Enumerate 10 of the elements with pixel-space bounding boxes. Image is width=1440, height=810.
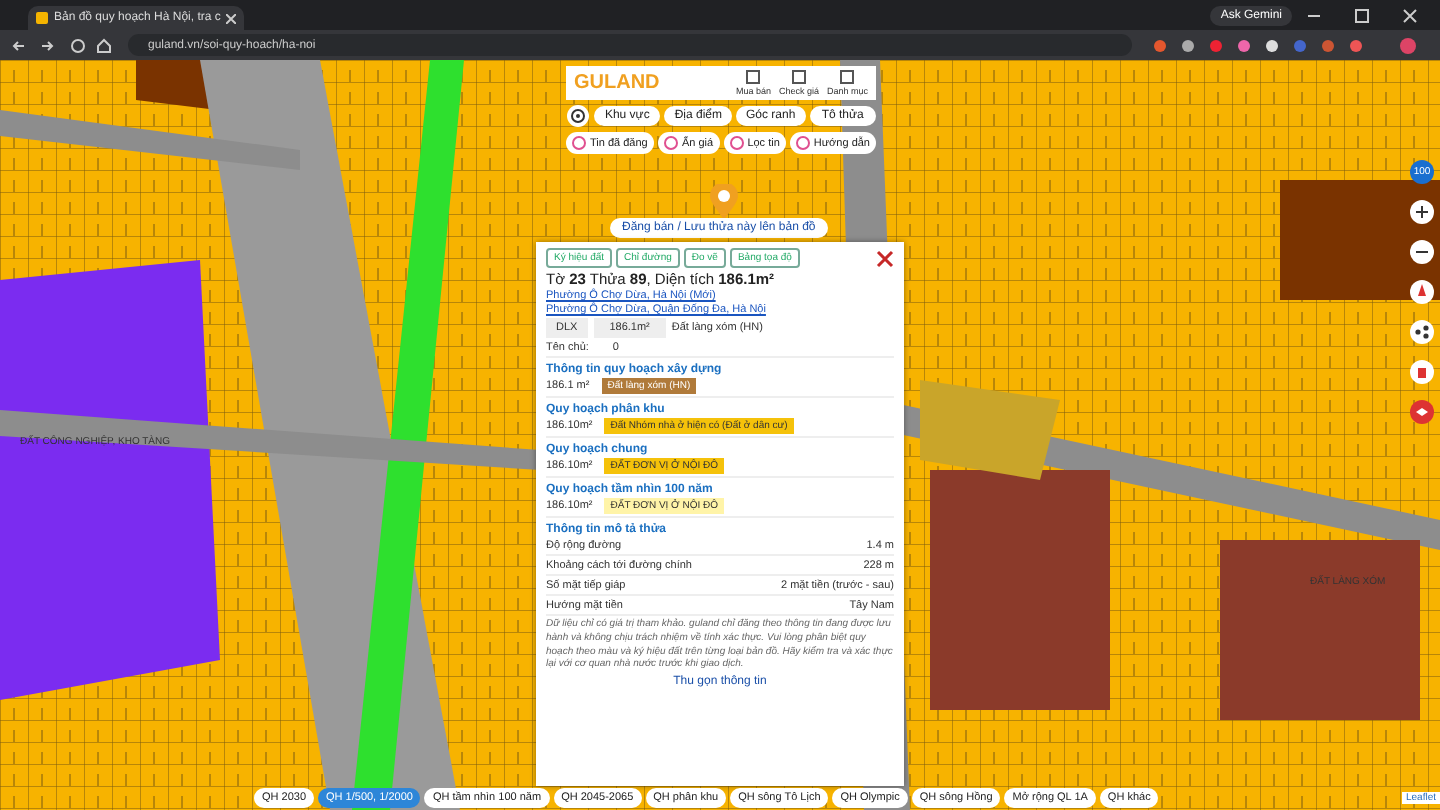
navigation-icon[interactable]	[12, 37, 112, 53]
close-icon[interactable]	[876, 249, 894, 267]
zoom-in-icon[interactable]	[1410, 200, 1434, 224]
layers-icon[interactable]	[1410, 400, 1434, 424]
share-icon[interactable]	[1410, 320, 1434, 344]
close-tab-icon[interactable]	[226, 13, 237, 23]
map-pin-icon[interactable]	[710, 184, 738, 220]
compass-icon[interactable]	[1410, 280, 1434, 304]
zoom-out-icon[interactable]	[1410, 240, 1434, 264]
locate-icon[interactable]	[566, 104, 590, 128]
